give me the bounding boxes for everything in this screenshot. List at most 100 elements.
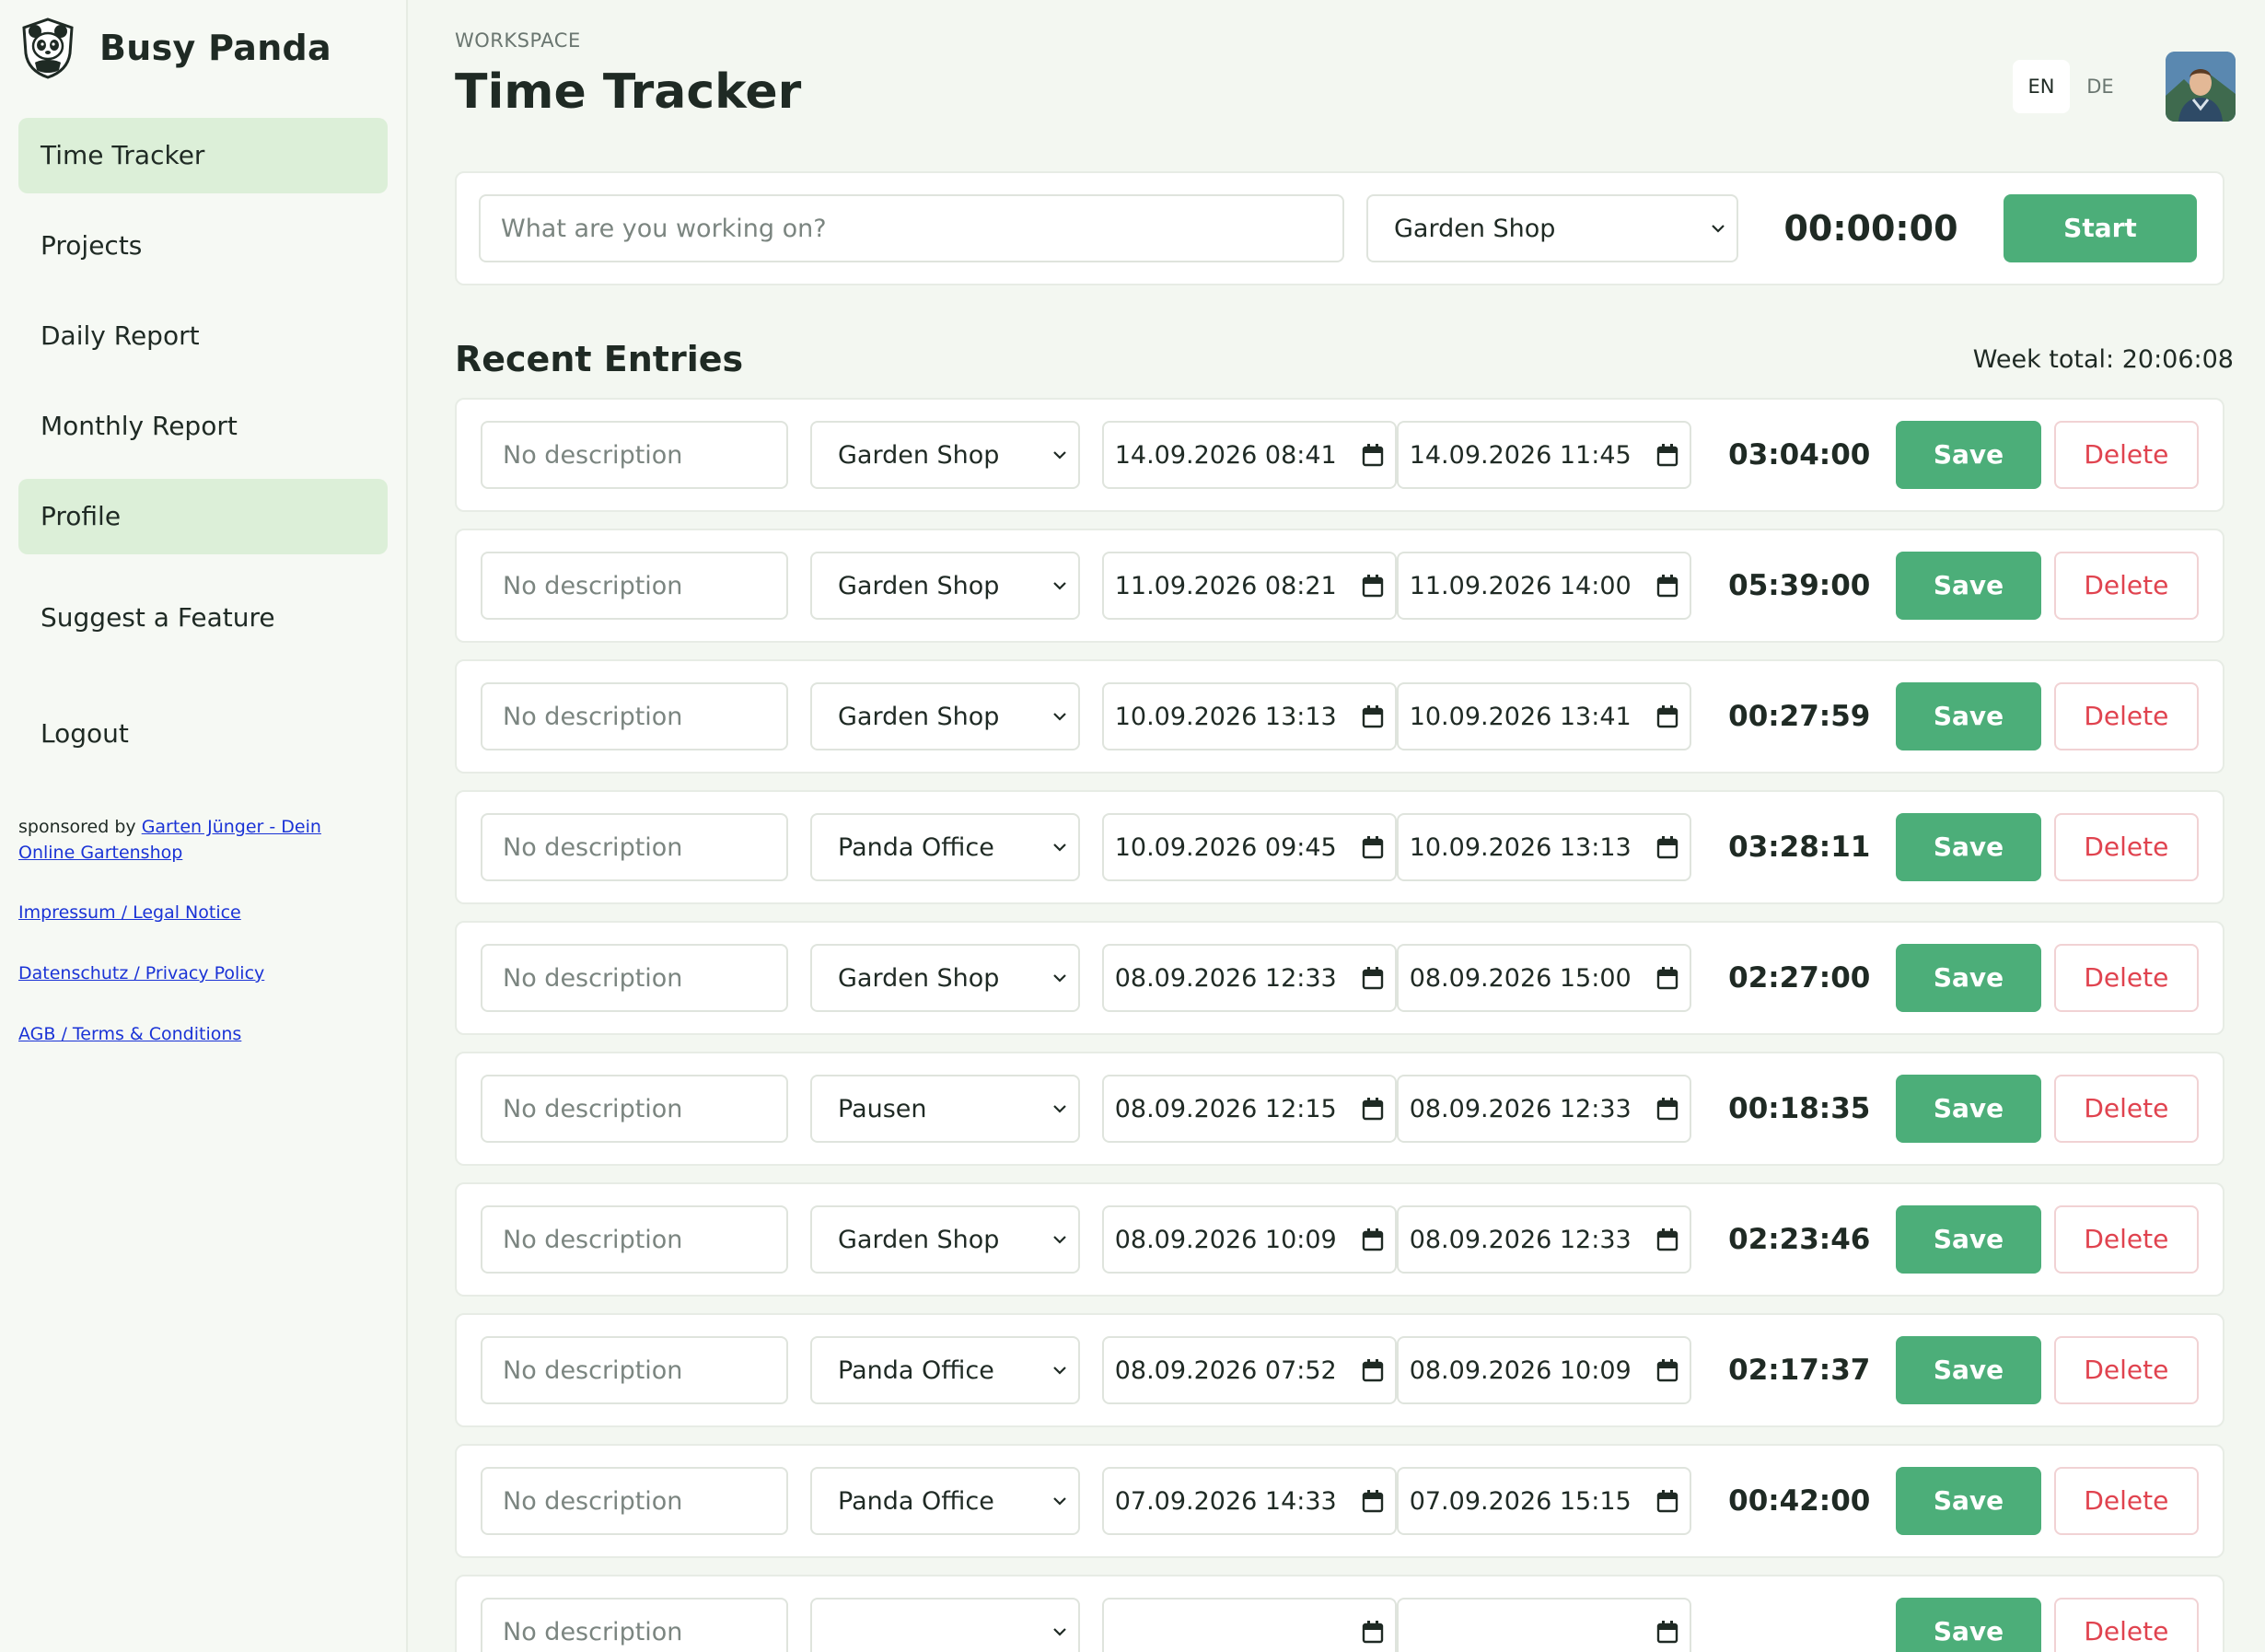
entry-project-select[interactable]: Garden Shop	[810, 944, 1080, 1012]
calendar-icon[interactable]	[1362, 704, 1384, 728]
calendar-icon[interactable]	[1362, 1097, 1384, 1121]
privacy-policy-link[interactable]: Datenschutz / Privacy Policy	[18, 963, 388, 983]
entry-description-input[interactable]	[481, 421, 788, 489]
entry-end-datetime[interactable]: 10.09.2026 13:13	[1396, 813, 1691, 881]
sidebar-item-daily-report[interactable]: Daily Report	[18, 298, 388, 374]
save-button[interactable]: Save	[1896, 1075, 2041, 1143]
entry-project-select[interactable]: Garden Shop	[810, 682, 1080, 750]
save-button[interactable]: Save	[1896, 1598, 2041, 1652]
entry-duration: 00:18:35	[1728, 1092, 1871, 1125]
delete-button[interactable]: Delete	[2053, 1336, 2199, 1404]
delete-button[interactable]: Delete	[2053, 421, 2199, 489]
entry-end-datetime[interactable]: 14.09.2026 11:45	[1396, 421, 1691, 489]
impressum-link[interactable]: Impressum / Legal Notice	[18, 902, 388, 923]
entry-end-datetime[interactable]: 08.09.2026 15:00	[1396, 944, 1691, 1012]
entry-description-input[interactable]	[481, 813, 788, 881]
calendar-icon[interactable]	[1362, 443, 1384, 467]
logout-link[interactable]: Logout	[18, 696, 388, 772]
delete-button[interactable]: Delete	[2053, 813, 2199, 881]
entry-project-select[interactable]: Garden Shop	[810, 552, 1080, 620]
entry-start-datetime[interactable]: 14.09.2026 08:41	[1101, 421, 1397, 489]
sidebar-item-monthly-report[interactable]: Monthly Report	[18, 389, 388, 464]
entry-description-input[interactable]	[481, 682, 788, 750]
entry-end-datetime[interactable]: 08.09.2026 12:33	[1396, 1075, 1691, 1143]
entry-description-input[interactable]	[481, 1336, 788, 1404]
entry-project-select[interactable]: Panda Office	[810, 1336, 1080, 1404]
delete-button[interactable]: Delete	[2053, 1205, 2199, 1274]
entry-end-datetime[interactable]: 10.09.2026 13:41	[1396, 682, 1691, 750]
entry-project-select[interactable]	[810, 1598, 1080, 1652]
save-button[interactable]: Save	[1896, 421, 2041, 489]
calendar-icon[interactable]	[1656, 443, 1678, 467]
entry-start-datetime[interactable]: 11.09.2026 08:21	[1101, 552, 1397, 620]
entry-project-select[interactable]: Panda Office	[810, 1467, 1080, 1535]
calendar-icon[interactable]	[1362, 835, 1384, 859]
entry-end-datetime[interactable]: 08.09.2026 10:09	[1396, 1336, 1691, 1404]
entry-start-datetime[interactable]: 08.09.2026 07:52	[1101, 1336, 1397, 1404]
delete-button[interactable]: Delete	[2053, 1598, 2199, 1652]
task-description-input[interactable]	[479, 194, 1344, 262]
chevron-down-icon	[1052, 1236, 1066, 1244]
calendar-icon[interactable]	[1656, 704, 1678, 728]
entry-project-select[interactable]: Garden Shop	[810, 421, 1080, 489]
entry-project-select[interactable]: Pausen	[810, 1075, 1080, 1143]
save-button[interactable]: Save	[1896, 1205, 2041, 1274]
entry-start-datetime[interactable]: 08.09.2026 10:09	[1101, 1205, 1397, 1274]
entry-description-input[interactable]	[481, 1205, 788, 1274]
calendar-icon[interactable]	[1656, 1097, 1678, 1121]
entry-description-input[interactable]	[481, 944, 788, 1012]
delete-button[interactable]: Delete	[2053, 552, 2199, 620]
calendar-icon[interactable]	[1656, 574, 1678, 598]
calendar-icon[interactable]	[1362, 1227, 1384, 1251]
entry-end-value: 14.09.2026 11:45	[1409, 440, 1632, 470]
save-button[interactable]: Save	[1896, 1467, 2041, 1535]
entry-end-datetime[interactable]: 08.09.2026 12:33	[1396, 1205, 1691, 1274]
start-button[interactable]: Start	[2004, 194, 2197, 262]
entry-end-datetime[interactable]: 11.09.2026 14:00	[1396, 552, 1691, 620]
save-button[interactable]: Save	[1896, 1336, 2041, 1404]
calendar-icon[interactable]	[1656, 1227, 1678, 1251]
language-de-button[interactable]: DE	[2072, 60, 2129, 113]
entry-start-datetime[interactable]: 08.09.2026 12:15	[1101, 1075, 1397, 1143]
entry-start-datetime[interactable]: 08.09.2026 12:33	[1101, 944, 1397, 1012]
delete-button[interactable]: Delete	[2053, 1075, 2199, 1143]
save-button[interactable]: Save	[1896, 944, 2041, 1012]
timer-project-select[interactable]: Garden Shop	[1366, 194, 1738, 262]
calendar-icon[interactable]	[1362, 1489, 1384, 1513]
entry-description-input[interactable]	[481, 1075, 788, 1143]
entry-end-datetime[interactable]	[1396, 1598, 1691, 1652]
sidebar-item-profile[interactable]: Profile	[18, 479, 388, 554]
delete-button[interactable]: Delete	[2053, 1467, 2199, 1535]
entry-description-input[interactable]	[481, 1467, 788, 1535]
entry-start-datetime[interactable]: 07.09.2026 14:33	[1101, 1467, 1397, 1535]
brand[interactable]: Busy Panda	[18, 17, 388, 79]
save-button[interactable]: Save	[1896, 552, 2041, 620]
calendar-icon[interactable]	[1656, 1620, 1678, 1644]
entry-end-datetime[interactable]: 07.09.2026 15:15	[1396, 1467, 1691, 1535]
calendar-icon[interactable]	[1656, 1489, 1678, 1513]
sidebar-item-projects[interactable]: Projects	[18, 208, 388, 284]
calendar-icon[interactable]	[1362, 574, 1384, 598]
entry-start-datetime[interactable]: 10.09.2026 09:45	[1101, 813, 1397, 881]
entry-description-input[interactable]	[481, 552, 788, 620]
avatar[interactable]	[2166, 52, 2236, 122]
entry-start-datetime[interactable]: 10.09.2026 13:13	[1101, 682, 1397, 750]
entry-description-input[interactable]	[481, 1598, 788, 1652]
delete-button[interactable]: Delete	[2053, 944, 2199, 1012]
calendar-icon[interactable]	[1362, 966, 1384, 990]
sidebar-item-time-tracker[interactable]: Time Tracker	[18, 118, 388, 193]
entry-project-select[interactable]: Garden Shop	[810, 1205, 1080, 1274]
calendar-icon[interactable]	[1362, 1358, 1384, 1382]
calendar-icon[interactable]	[1656, 835, 1678, 859]
entry-start-datetime[interactable]	[1101, 1598, 1397, 1652]
entry-project-select[interactable]: Panda Office	[810, 813, 1080, 881]
delete-button[interactable]: Delete	[2053, 682, 2199, 750]
save-button[interactable]: Save	[1896, 682, 2041, 750]
calendar-icon[interactable]	[1362, 1620, 1384, 1644]
calendar-icon[interactable]	[1656, 966, 1678, 990]
calendar-icon[interactable]	[1656, 1358, 1678, 1382]
suggest-feature-link[interactable]: Suggest a Feature	[18, 580, 388, 656]
terms-link[interactable]: AGB / Terms & Conditions	[18, 1024, 388, 1044]
language-en-button[interactable]: EN	[2013, 60, 2070, 113]
save-button[interactable]: Save	[1896, 813, 2041, 881]
